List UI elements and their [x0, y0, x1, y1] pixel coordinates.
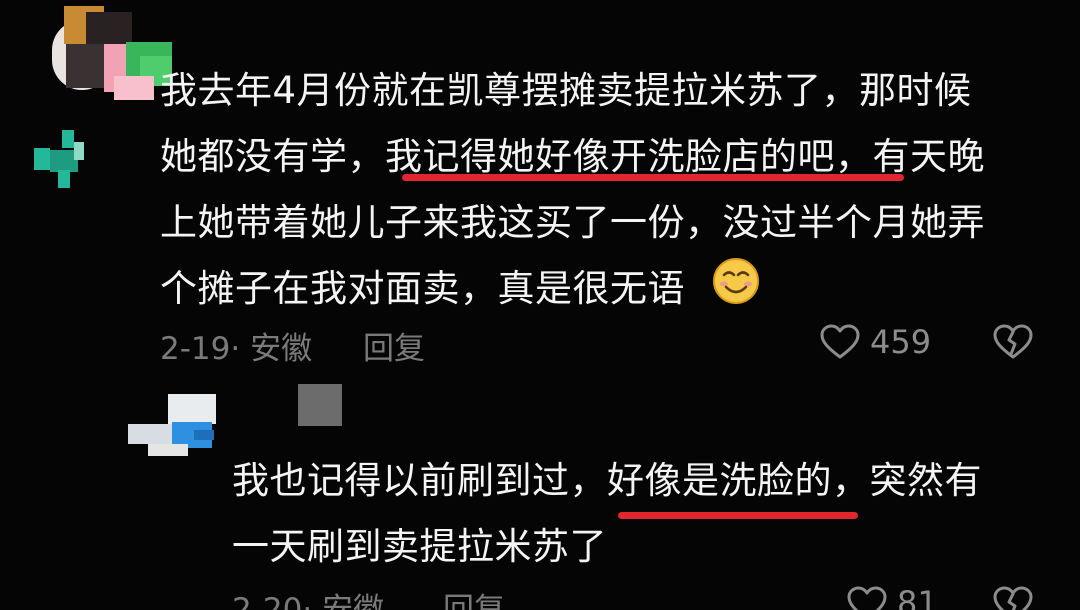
comment-1-text: 我去年4月份就在凯尊摆摊卖提拉米苏了，那时候 她都没有学，我记得她好像开洗脸店的… [160, 62, 1040, 310]
comment-2-date-location: 2-20· 安徽 [232, 592, 385, 610]
user-badge-icon [34, 130, 86, 190]
username-redacted [298, 384, 342, 426]
comment-line: 个摊子在我对面卖，真是很无语 [160, 267, 685, 310]
comment-line: 一天刷到卖提拉米苏了 [232, 525, 607, 568]
comment-line: 我去年4月份就在凯尊摆摊卖提拉米苏了，那时候 [160, 69, 972, 112]
heart-outline-icon[interactable] [847, 586, 887, 610]
highlight-underline [402, 174, 904, 181]
broken-heart-icon[interactable] [993, 586, 1033, 610]
avatar-commenter-2[interactable] [128, 390, 224, 460]
like-count: 81 [897, 584, 938, 610]
comment-line: 上她带着她儿子来我这买了一份，没过半个月她弄 [160, 201, 985, 244]
reply-button[interactable]: 回复 [363, 323, 425, 368]
highlight-underline [618, 512, 858, 519]
comment-line: 我也记得以前刷到过，好像是洗脸的，突然有 [232, 459, 982, 502]
avatar-commenter-1[interactable] [44, 2, 172, 102]
comment-1-date-location: 2-19· 安徽 [160, 331, 313, 367]
smiling-face-emoji-icon [713, 258, 759, 304]
reply-button[interactable]: 回复 [443, 584, 505, 610]
broken-heart-icon[interactable] [993, 324, 1033, 360]
like-count: 459 [870, 323, 932, 361]
heart-outline-icon[interactable] [820, 324, 860, 360]
